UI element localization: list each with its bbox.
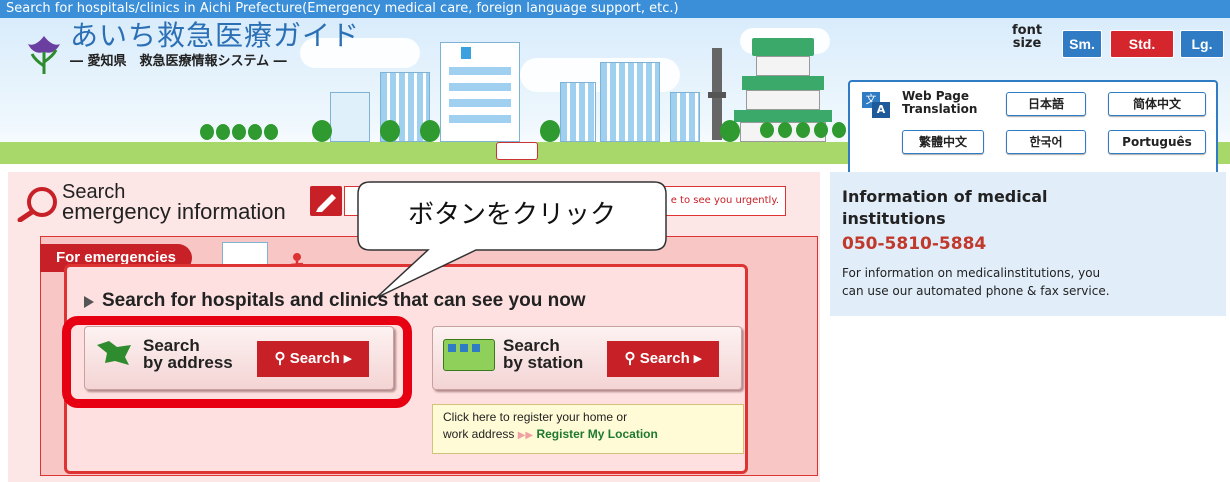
site-logo-title[interactable]: あいち救急医療ガイド	[70, 14, 360, 54]
magnifier-icon	[16, 186, 60, 223]
lang-simplified-chinese-button[interactable]: 简体中文	[1108, 92, 1206, 116]
register-my-location-link[interactable]: Register My Location	[536, 427, 657, 441]
pencil-icon	[310, 186, 342, 216]
highlight-outline	[62, 316, 412, 408]
lang-traditional-chinese-button[interactable]: 繁體中文	[902, 130, 984, 154]
search-by-station-button[interactable]: Search by station ⚲ Search ▸	[432, 326, 742, 390]
register-text-2: work address	[443, 427, 515, 441]
font-size-label: font size	[1012, 23, 1043, 51]
info-description: For information on medicalinstitutions, …	[842, 266, 1110, 298]
info-title: Information of medical institutions	[842, 187, 1048, 228]
lang-japanese-button[interactable]: 日本語	[1006, 92, 1086, 116]
lang-korean-button[interactable]: 한국어	[1006, 130, 1086, 154]
callout-text: ボタンをクリック	[407, 200, 616, 230]
translation-panel: 文 A Web Page Translation 日本語 简体中文 繁體中文 한…	[848, 80, 1218, 180]
hospitals-heading: Search for hospitals and clinics that ca…	[102, 290, 586, 311]
font-large-button[interactable]: Lg.	[1180, 30, 1224, 58]
double-arrow-icon: ▶▶	[517, 430, 534, 441]
urgent-notice-text: e to see you urgently.	[670, 195, 779, 206]
medical-info-panel: Information of medical institutions 050-…	[830, 172, 1226, 316]
search-icon: ⚲	[624, 350, 636, 367]
train-icon	[443, 339, 495, 371]
register-location-box[interactable]: Click here to register your home or work…	[432, 404, 744, 454]
arrow-right-icon	[84, 296, 94, 308]
by-station-label-1: Search	[503, 336, 560, 355]
callout-bubble: ボタンをクリック	[356, 180, 668, 299]
search-emergency-title: Search emergency information	[62, 181, 286, 224]
site-logo-subtitle: ― 愛知県 救急医療情報システム ―	[70, 54, 287, 69]
font-standard-button[interactable]: Std.	[1110, 30, 1174, 58]
translation-label: Web Page Translation	[902, 89, 978, 116]
search-station-red-button[interactable]: ⚲ Search ▸	[607, 341, 719, 377]
info-phone[interactable]: 050-5810-5884	[842, 234, 1214, 254]
lang-portuguese-button[interactable]: Português	[1108, 130, 1206, 154]
iris-logo-icon	[24, 32, 64, 76]
register-text-1: Click here to register your home or	[443, 410, 628, 424]
by-station-label-2: by station	[503, 353, 584, 372]
translate-icon: 文 A	[862, 92, 892, 118]
font-small-button[interactable]: Sm.	[1062, 30, 1102, 58]
